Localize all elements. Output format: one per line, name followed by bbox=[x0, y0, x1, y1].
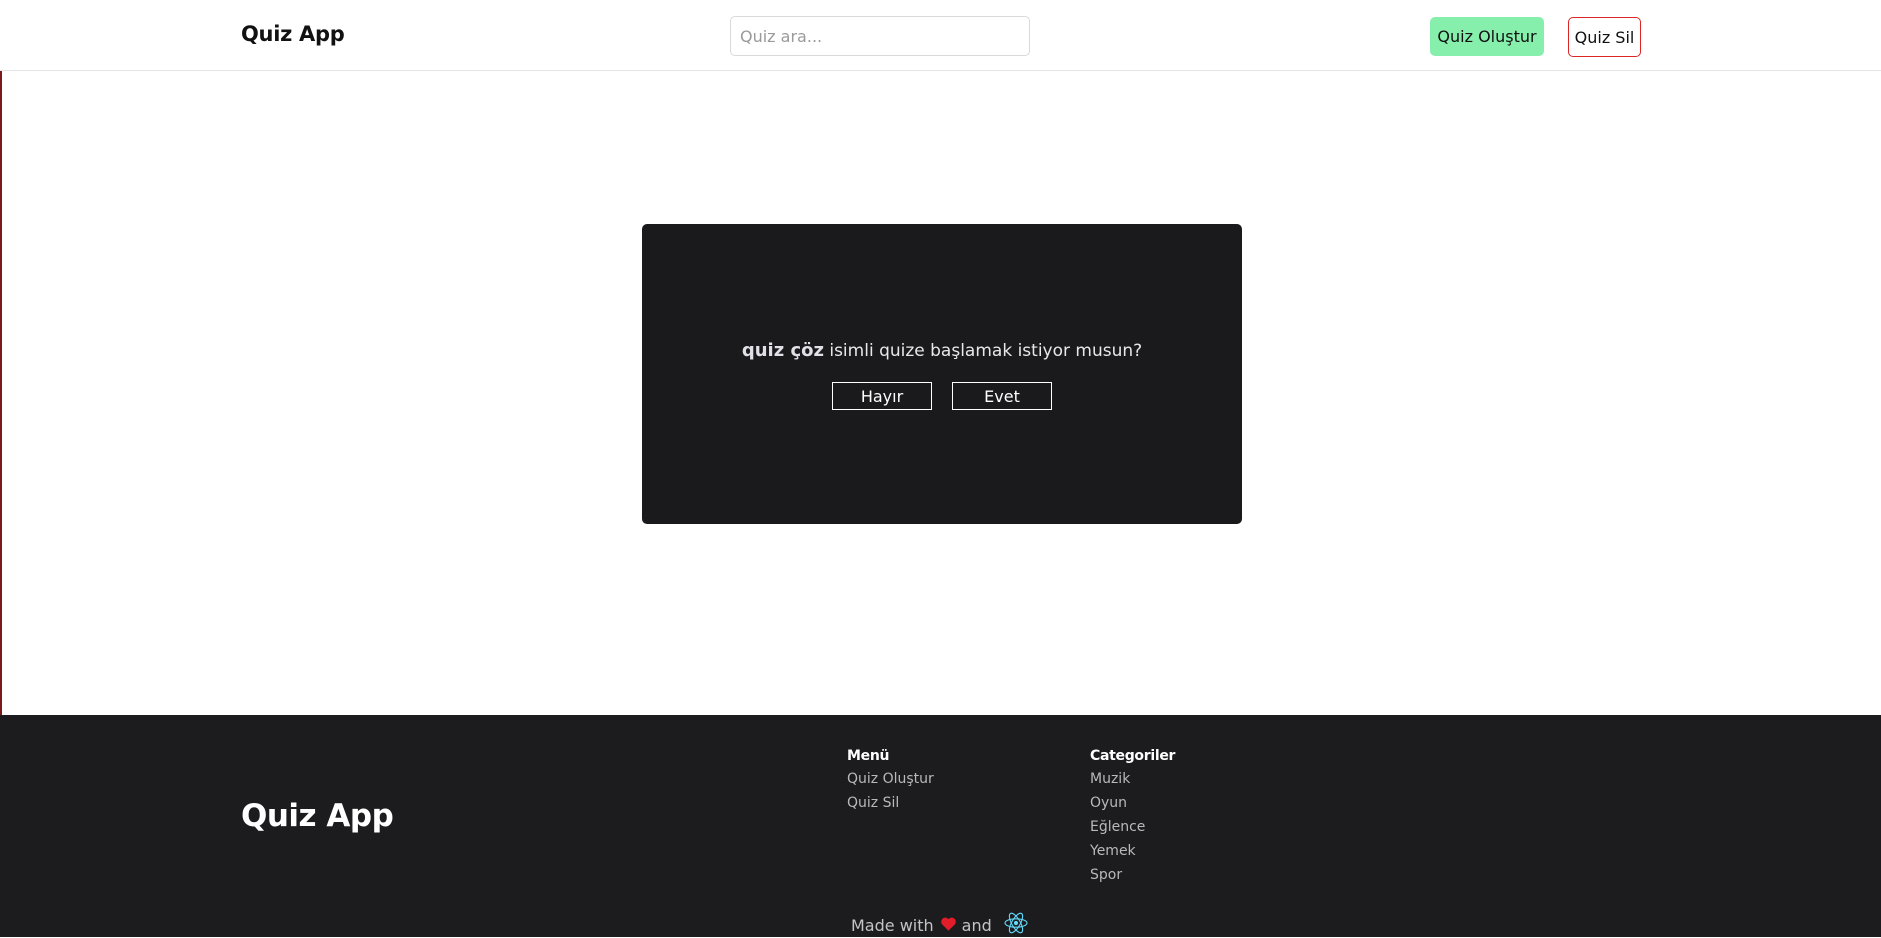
category-link-muzik[interactable]: Muzik bbox=[1090, 767, 1175, 791]
made-with-text: Made with bbox=[851, 915, 934, 935]
quiz-name: quiz çöz bbox=[741, 340, 824, 361]
category-link-eglence[interactable]: Eğlence bbox=[1090, 815, 1175, 839]
footer-categories-column: Categoriler Muzik Oyun Eğlence Yemek Spo… bbox=[1090, 748, 1175, 887]
react-logo-icon bbox=[1004, 912, 1028, 938]
app-brand[interactable]: Quiz App bbox=[241, 22, 345, 46]
and-text: and bbox=[961, 915, 992, 935]
footer-link-delete-quiz[interactable]: Quiz Sil bbox=[847, 791, 934, 815]
start-quiz-question: quiz çöz isimli quize başlamak istiyor m… bbox=[642, 340, 1242, 361]
footer-brand: Quiz App bbox=[241, 798, 394, 834]
footer-categories-title: Categoriler bbox=[1090, 748, 1176, 764]
category-link-oyun[interactable]: Oyun bbox=[1090, 791, 1175, 815]
create-quiz-button[interactable]: Quiz Oluştur bbox=[1430, 17, 1544, 56]
footer-menu-column: Menü Quiz Oluştur Quiz Sil bbox=[847, 748, 934, 815]
navbar: Quiz App Quiz Oluştur Quiz Sil bbox=[0, 0, 1881, 71]
heart-icon bbox=[940, 916, 956, 935]
no-button[interactable]: Hayır bbox=[832, 382, 932, 410]
yes-button[interactable]: Evet bbox=[952, 382, 1052, 410]
footer-link-create-quiz[interactable]: Quiz Oluştur bbox=[847, 767, 934, 791]
search-input[interactable] bbox=[730, 16, 1030, 56]
made-with-credit: Made with and bbox=[851, 912, 1028, 938]
start-quiz-dialog: quiz çöz isimli quize başlamak istiyor m… bbox=[642, 224, 1242, 524]
footer-menu-title: Menü bbox=[847, 748, 890, 764]
question-text: isimli quize başlamak istiyor musun? bbox=[823, 341, 1143, 361]
delete-quiz-button[interactable]: Quiz Sil bbox=[1568, 17, 1641, 57]
category-link-yemek[interactable]: Yemek bbox=[1090, 839, 1175, 863]
footer: Quiz App Menü Quiz Oluştur Quiz Sil Cate… bbox=[0, 715, 1881, 937]
category-link-spor[interactable]: Spor bbox=[1090, 863, 1175, 887]
